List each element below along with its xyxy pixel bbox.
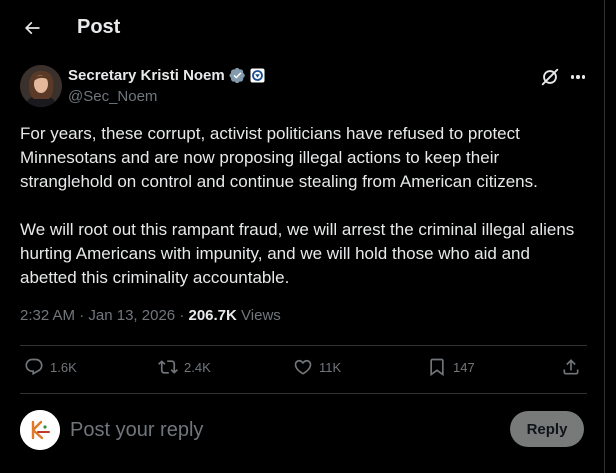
share-action[interactable]: [561, 357, 581, 377]
divider: [20, 393, 587, 394]
gray-verified-badge-icon[interactable]: [229, 67, 246, 84]
bookmark-icon: [430, 358, 444, 377]
user-avatar[interactable]: [20, 410, 60, 450]
author-name-row: Secretary Kristi Noem: [68, 67, 265, 84]
action-bar: 1.6K 2.4K 11K 147: [0, 345, 605, 393]
bookmark-action[interactable]: 147: [427, 357, 475, 377]
reply-count: 1.6K: [50, 359, 77, 375]
more-options-icon[interactable]: [568, 66, 588, 88]
user-avatar-logo: [20, 410, 60, 450]
like-count: 11K: [319, 359, 342, 375]
dhs-seal-icon[interactable]: [250, 68, 265, 83]
heart-icon: [294, 359, 312, 375]
back-button[interactable]: [18, 14, 46, 42]
reply-button[interactable]: Reply: [510, 411, 584, 447]
post-paragraph: For years, these corrupt, activist polit…: [20, 124, 538, 191]
author-display-name[interactable]: Secretary Kristi Noem: [68, 67, 225, 84]
author-avatar[interactable]: [20, 65, 62, 107]
reply-input[interactable]: [70, 414, 490, 446]
post-date[interactable]: Jan 13, 2026: [88, 307, 175, 324]
meta-separator: ·: [179, 307, 185, 324]
post-time[interactable]: 2:32 AM: [20, 307, 75, 324]
header-bar: Post: [0, 0, 605, 56]
post-meta: 2:32 AM · Jan 13, 2026 · 206.7K Views: [20, 307, 281, 324]
views-count[interactable]: 206.7K: [188, 307, 236, 324]
scrollbar[interactable]: [605, 0, 616, 473]
arrow-left-icon: [24, 21, 40, 35]
repost-action[interactable]: 2.4K: [158, 357, 211, 377]
repost-count: 2.4K: [184, 359, 211, 375]
views-label: Views: [241, 307, 281, 324]
grok-icon[interactable]: [539, 66, 561, 88]
post-body: For years, these corrupt, activist polit…: [20, 122, 590, 314]
share-icon: [563, 359, 579, 375]
meta-separator: ·: [79, 307, 85, 324]
post-detail-view: Post Secretary Kristi Noem @Sec_Noem For…: [0, 0, 605, 473]
post-paragraph: We will root out this rampant fraud, we …: [20, 220, 575, 287]
author-handle[interactable]: @Sec_Noem: [68, 88, 157, 105]
like-action[interactable]: 11K: [293, 357, 341, 377]
bookmark-count: 147: [453, 359, 475, 375]
reply-icon: [25, 358, 43, 376]
reply-action[interactable]: 1.6K: [24, 357, 77, 377]
repost-icon: [158, 360, 178, 374]
avatar-image: [20, 65, 62, 107]
page-title: Post: [77, 16, 121, 38]
